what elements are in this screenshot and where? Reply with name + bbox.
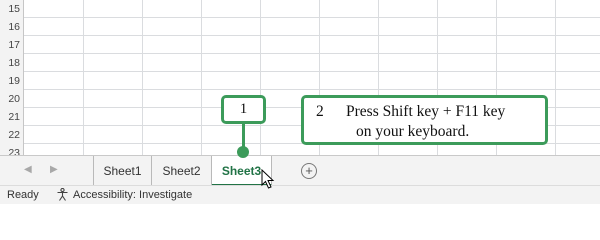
callout-number: 2 <box>316 103 324 120</box>
scroll-tabs-right-icon[interactable]: ▶ <box>50 164 58 175</box>
grid-row[interactable]: 23 <box>0 144 600 155</box>
column-gridline <box>142 0 143 155</box>
callout-number: 1 <box>239 101 248 117</box>
row-number[interactable]: 16 <box>0 18 24 36</box>
grid-row[interactable]: 18 <box>0 54 600 72</box>
callout-step-2: 2 Press Shift key + F11 key on your keyb… <box>301 95 548 145</box>
row-number[interactable]: 19 <box>0 72 24 90</box>
grid-row[interactable]: 16 <box>0 18 600 36</box>
column-gridline <box>555 0 556 155</box>
sheet-tab-bar: ◀ ▶ Sheet1 Sheet2 Sheet3 + <box>0 155 600 186</box>
grid-row[interactable]: 17 <box>0 36 600 54</box>
scroll-tabs-left-icon[interactable]: ◀ <box>24 164 32 175</box>
row-number[interactable]: 21 <box>0 108 24 126</box>
callout-instruction-line2: on your keyboard. <box>356 123 470 140</box>
status-ready: Ready <box>7 189 39 201</box>
row-number[interactable]: 22 <box>0 126 24 144</box>
row-number[interactable]: 23 <box>0 144 24 155</box>
column-gridline <box>260 0 261 155</box>
callout-connector-dot <box>237 146 249 158</box>
row-number[interactable]: 15 <box>0 0 24 18</box>
accessibility-status[interactable]: Accessibility: Investigate <box>56 188 192 201</box>
row-number[interactable]: 18 <box>0 54 24 72</box>
sheet-tab-sheet2[interactable]: Sheet2 <box>152 156 212 186</box>
add-sheet-icon[interactable]: + <box>301 163 317 179</box>
grid-row[interactable]: 15 <box>0 0 600 18</box>
callout-step-1: 1 <box>221 95 266 124</box>
sheet-tab-sheet1[interactable]: Sheet1 <box>93 156 152 186</box>
accessibility-label: Accessibility: Investigate <box>73 188 193 201</box>
status-bar: Ready Accessibility: Investigate <box>0 185 600 204</box>
row-number[interactable]: 20 <box>0 90 24 108</box>
mouse-pointer-icon <box>261 169 275 189</box>
grid-row[interactable]: 19 <box>0 72 600 90</box>
callout-instruction-line1: Press Shift key + F11 key <box>346 103 506 120</box>
column-gridline <box>83 0 84 155</box>
column-gridline <box>201 0 202 155</box>
row-number[interactable]: 17 <box>0 36 24 54</box>
accessibility-icon <box>57 188 68 201</box>
